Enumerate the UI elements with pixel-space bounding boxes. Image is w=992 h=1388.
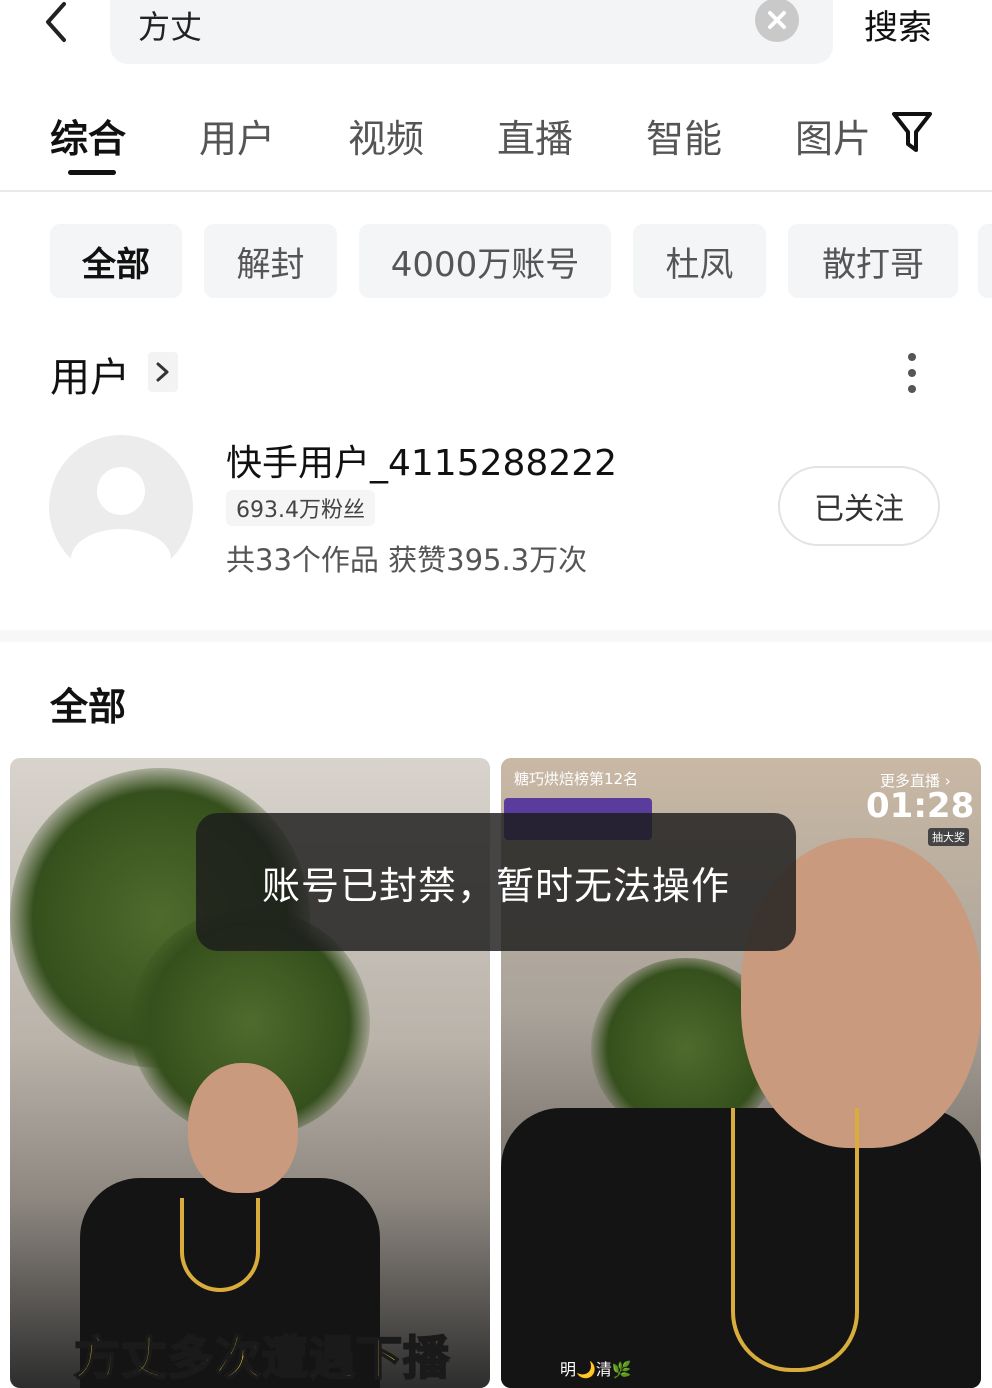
search-input[interactable]: [110, 0, 833, 64]
chain-image: [180, 1198, 260, 1292]
streamer-name: 明🌙清🌿: [560, 1360, 632, 1379]
tab-images[interactable]: 图片: [795, 108, 871, 163]
chip-sandage[interactable]: 散打哥: [788, 224, 958, 298]
chain-image: [731, 1108, 859, 1372]
chip-all[interactable]: 全部: [50, 224, 182, 298]
avatar[interactable]: [49, 435, 193, 579]
back-icon[interactable]: [38, 0, 78, 44]
tab-comprehensive[interactable]: 综合: [50, 108, 126, 163]
chip-40m-account[interactable]: 4000万账号: [359, 224, 611, 298]
tab-live[interactable]: 直播: [497, 108, 573, 163]
search-button[interactable]: 搜索: [864, 0, 932, 49]
section-divider: [0, 630, 992, 642]
toast-message: 账号已封禁，暂时无法操作: [261, 863, 730, 908]
search-query-text[interactable]: 方丈: [138, 2, 202, 48]
chip-dufeng[interactable]: 杜凤: [633, 224, 766, 298]
more-options-icon[interactable]: [900, 352, 924, 394]
person-image: [188, 1063, 298, 1193]
tab-divider: [0, 190, 992, 192]
toast: 账号已封禁，暂时无法操作: [196, 813, 796, 951]
clear-icon[interactable]: [755, 0, 799, 42]
chip-overflow: [978, 224, 992, 298]
chevron-right-icon[interactable]: [148, 352, 178, 392]
active-tab-indicator: [68, 170, 116, 175]
user-section-heading[interactable]: 用户: [50, 345, 130, 403]
fans-count-badge: 693.4万粉丝: [226, 490, 375, 526]
chip-unban[interactable]: 解封: [204, 224, 337, 298]
tab-videos[interactable]: 视频: [348, 108, 424, 163]
tab-smart[interactable]: 智能: [646, 108, 722, 163]
video-caption: 方丈多次遭遇下播: [73, 1330, 450, 1386]
live-timer: 01:28: [866, 786, 975, 826]
prize-label[interactable]: 抽大奖: [928, 828, 969, 846]
live-rank-badge[interactable]: 糖巧烘焙榜第12名: [514, 768, 638, 789]
works-likes-stats: 共33个作品 获赞395.3万次: [226, 543, 588, 577]
user-name[interactable]: 快手用户_4115288222: [226, 434, 617, 486]
filter-icon[interactable]: [890, 108, 934, 156]
all-section-heading: 全部: [50, 685, 127, 729]
tab-users[interactable]: 用户: [199, 108, 275, 163]
follow-button[interactable]: 已关注: [778, 466, 940, 546]
